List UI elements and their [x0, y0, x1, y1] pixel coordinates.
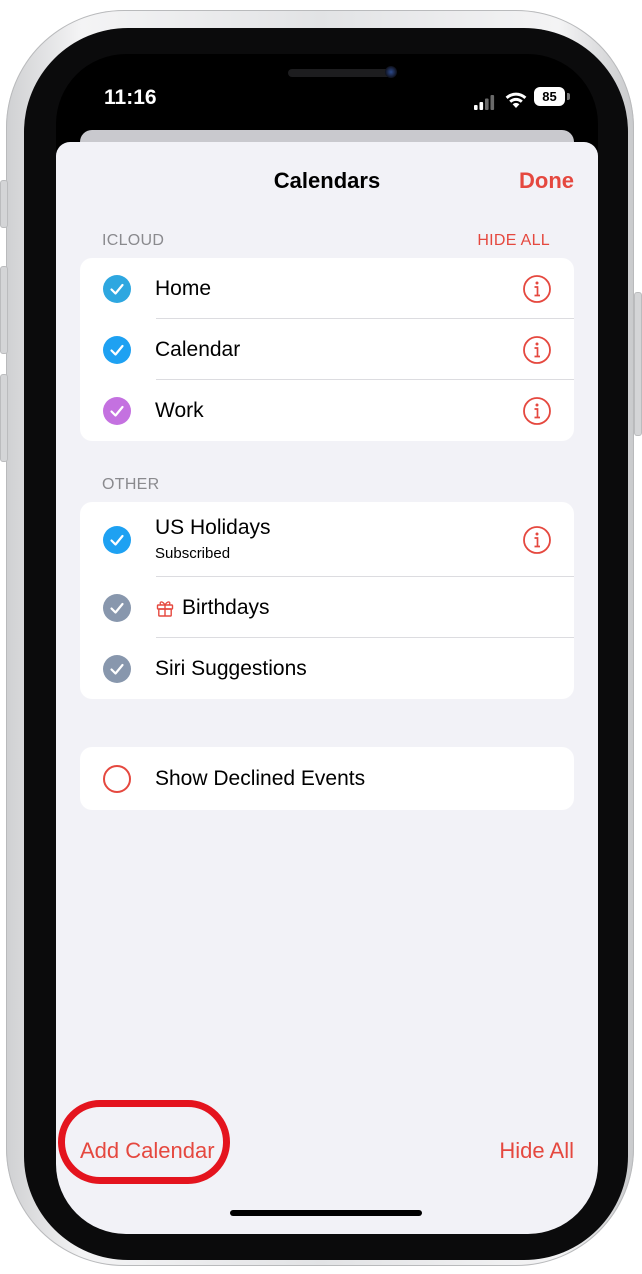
cellular-signal-icon — [474, 95, 495, 110]
calendar-name: US Holidays — [155, 516, 271, 539]
calendar-row-birthdays[interactable]: Birthdays — [80, 577, 574, 638]
battery-indicator: 85 — [534, 87, 565, 106]
calendar-name: Home — [155, 276, 212, 300]
calendar-subtitle: Subscribed — [155, 545, 231, 562]
volume-up-button — [0, 266, 8, 354]
annotation-highlight-circle — [58, 1100, 230, 1184]
calendar-row-siri-suggestions[interactable]: Siri Suggestions — [80, 638, 574, 699]
info-icon[interactable] — [522, 396, 552, 426]
info-icon[interactable] — [522, 274, 552, 304]
calendar-row-work[interactable]: Work — [80, 380, 574, 441]
icloud-section-header: ICLOUD — [102, 232, 165, 249]
checkmark-icon[interactable] — [103, 396, 131, 425]
calendar-row-home[interactable]: Home — [80, 258, 574, 319]
phone-bezel: 11:16 85 Calendars Done ICLOUD HIDE ALL — [24, 28, 628, 1260]
calendar-row-us-holidays[interactable]: US Holidays Subscribed — [80, 502, 574, 577]
done-button[interactable]: Done — [519, 168, 574, 194]
show-declined-events-row[interactable]: Show Declined Events — [80, 747, 574, 810]
sheet-title: Calendars — [273, 168, 381, 193]
declined-events-group: Show Declined Events — [80, 747, 574, 810]
unchecked-circle-icon[interactable] — [103, 764, 131, 793]
wifi-icon — [505, 92, 527, 108]
screen: 11:16 85 Calendars Done ICLOUD HIDE ALL — [56, 54, 598, 1234]
calendar-name: Work — [155, 398, 204, 422]
status-time: 11:16 — [104, 86, 157, 109]
info-icon[interactable] — [522, 335, 552, 365]
checkmark-icon[interactable] — [103, 525, 131, 554]
home-indicator — [230, 1210, 422, 1216]
calendars-sheet: Calendars Done ICLOUD HIDE ALL Home Cale… — [56, 142, 598, 1234]
power-button — [634, 292, 642, 436]
other-calendar-list: US Holidays Subscribed Birthdays Siri Su… — [80, 502, 574, 699]
gift-icon — [156, 600, 174, 617]
checkmark-icon[interactable] — [103, 274, 131, 303]
mute-switch — [0, 180, 8, 228]
info-icon[interactable] — [522, 525, 552, 555]
calendar-row-calendar[interactable]: Calendar — [80, 319, 574, 380]
battery-nub — [567, 93, 570, 100]
hide-all-button[interactable]: Hide All — [499, 1138, 574, 1164]
checkmark-icon[interactable] — [103, 335, 131, 364]
phone-frame: 11:16 85 Calendars Done ICLOUD HIDE ALL — [0, 10, 642, 1266]
calendar-name: Birthdays — [182, 595, 270, 619]
checkmark-icon[interactable] — [103, 654, 131, 683]
calendar-name: Calendar — [155, 337, 241, 361]
checkmark-icon[interactable] — [103, 593, 131, 622]
speaker-grille — [288, 69, 392, 77]
icloud-hide-all-button[interactable]: HIDE ALL — [477, 232, 550, 250]
front-camera — [385, 66, 397, 78]
calendar-name: Siri Suggestions — [155, 656, 307, 680]
icloud-calendar-list: Home Calendar Work — [80, 258, 574, 441]
other-section-header: OTHER — [102, 476, 160, 493]
show-declined-events-label: Show Declined Events — [155, 766, 366, 790]
volume-down-button — [0, 374, 8, 462]
